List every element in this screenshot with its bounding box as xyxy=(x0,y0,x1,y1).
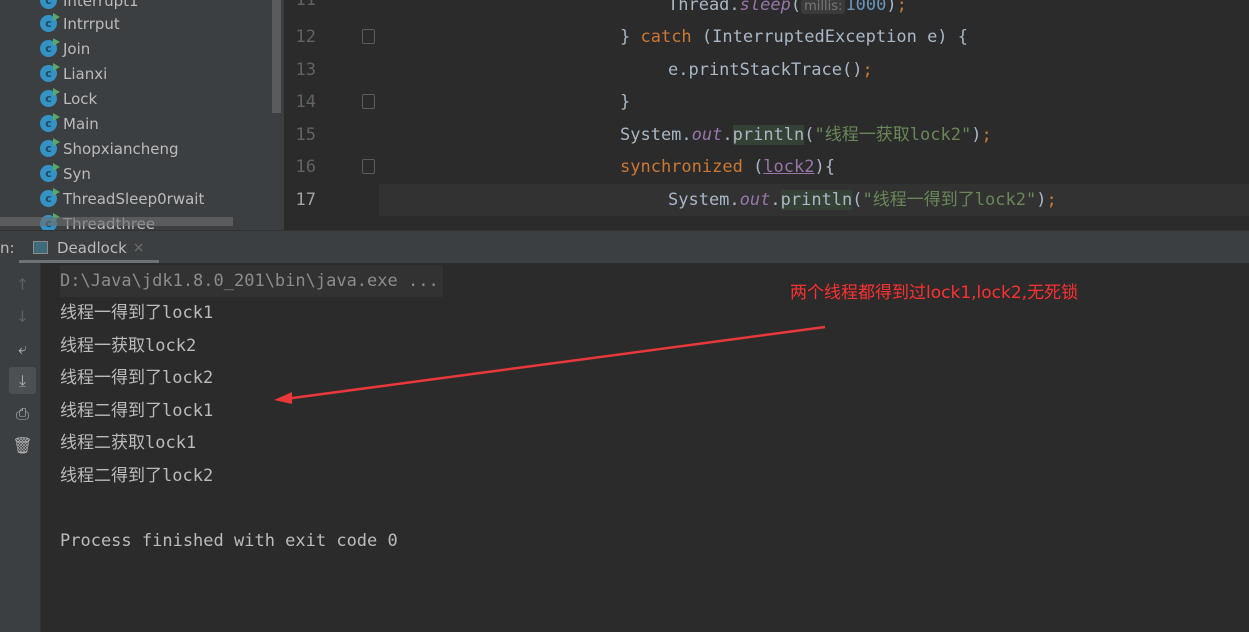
annotation-arrow xyxy=(274,325,826,404)
arrow-line xyxy=(284,325,826,401)
annotation-text: 两个线程都得到过lock1,lock2,无死锁 xyxy=(790,283,1079,303)
arrow-head xyxy=(274,392,292,404)
